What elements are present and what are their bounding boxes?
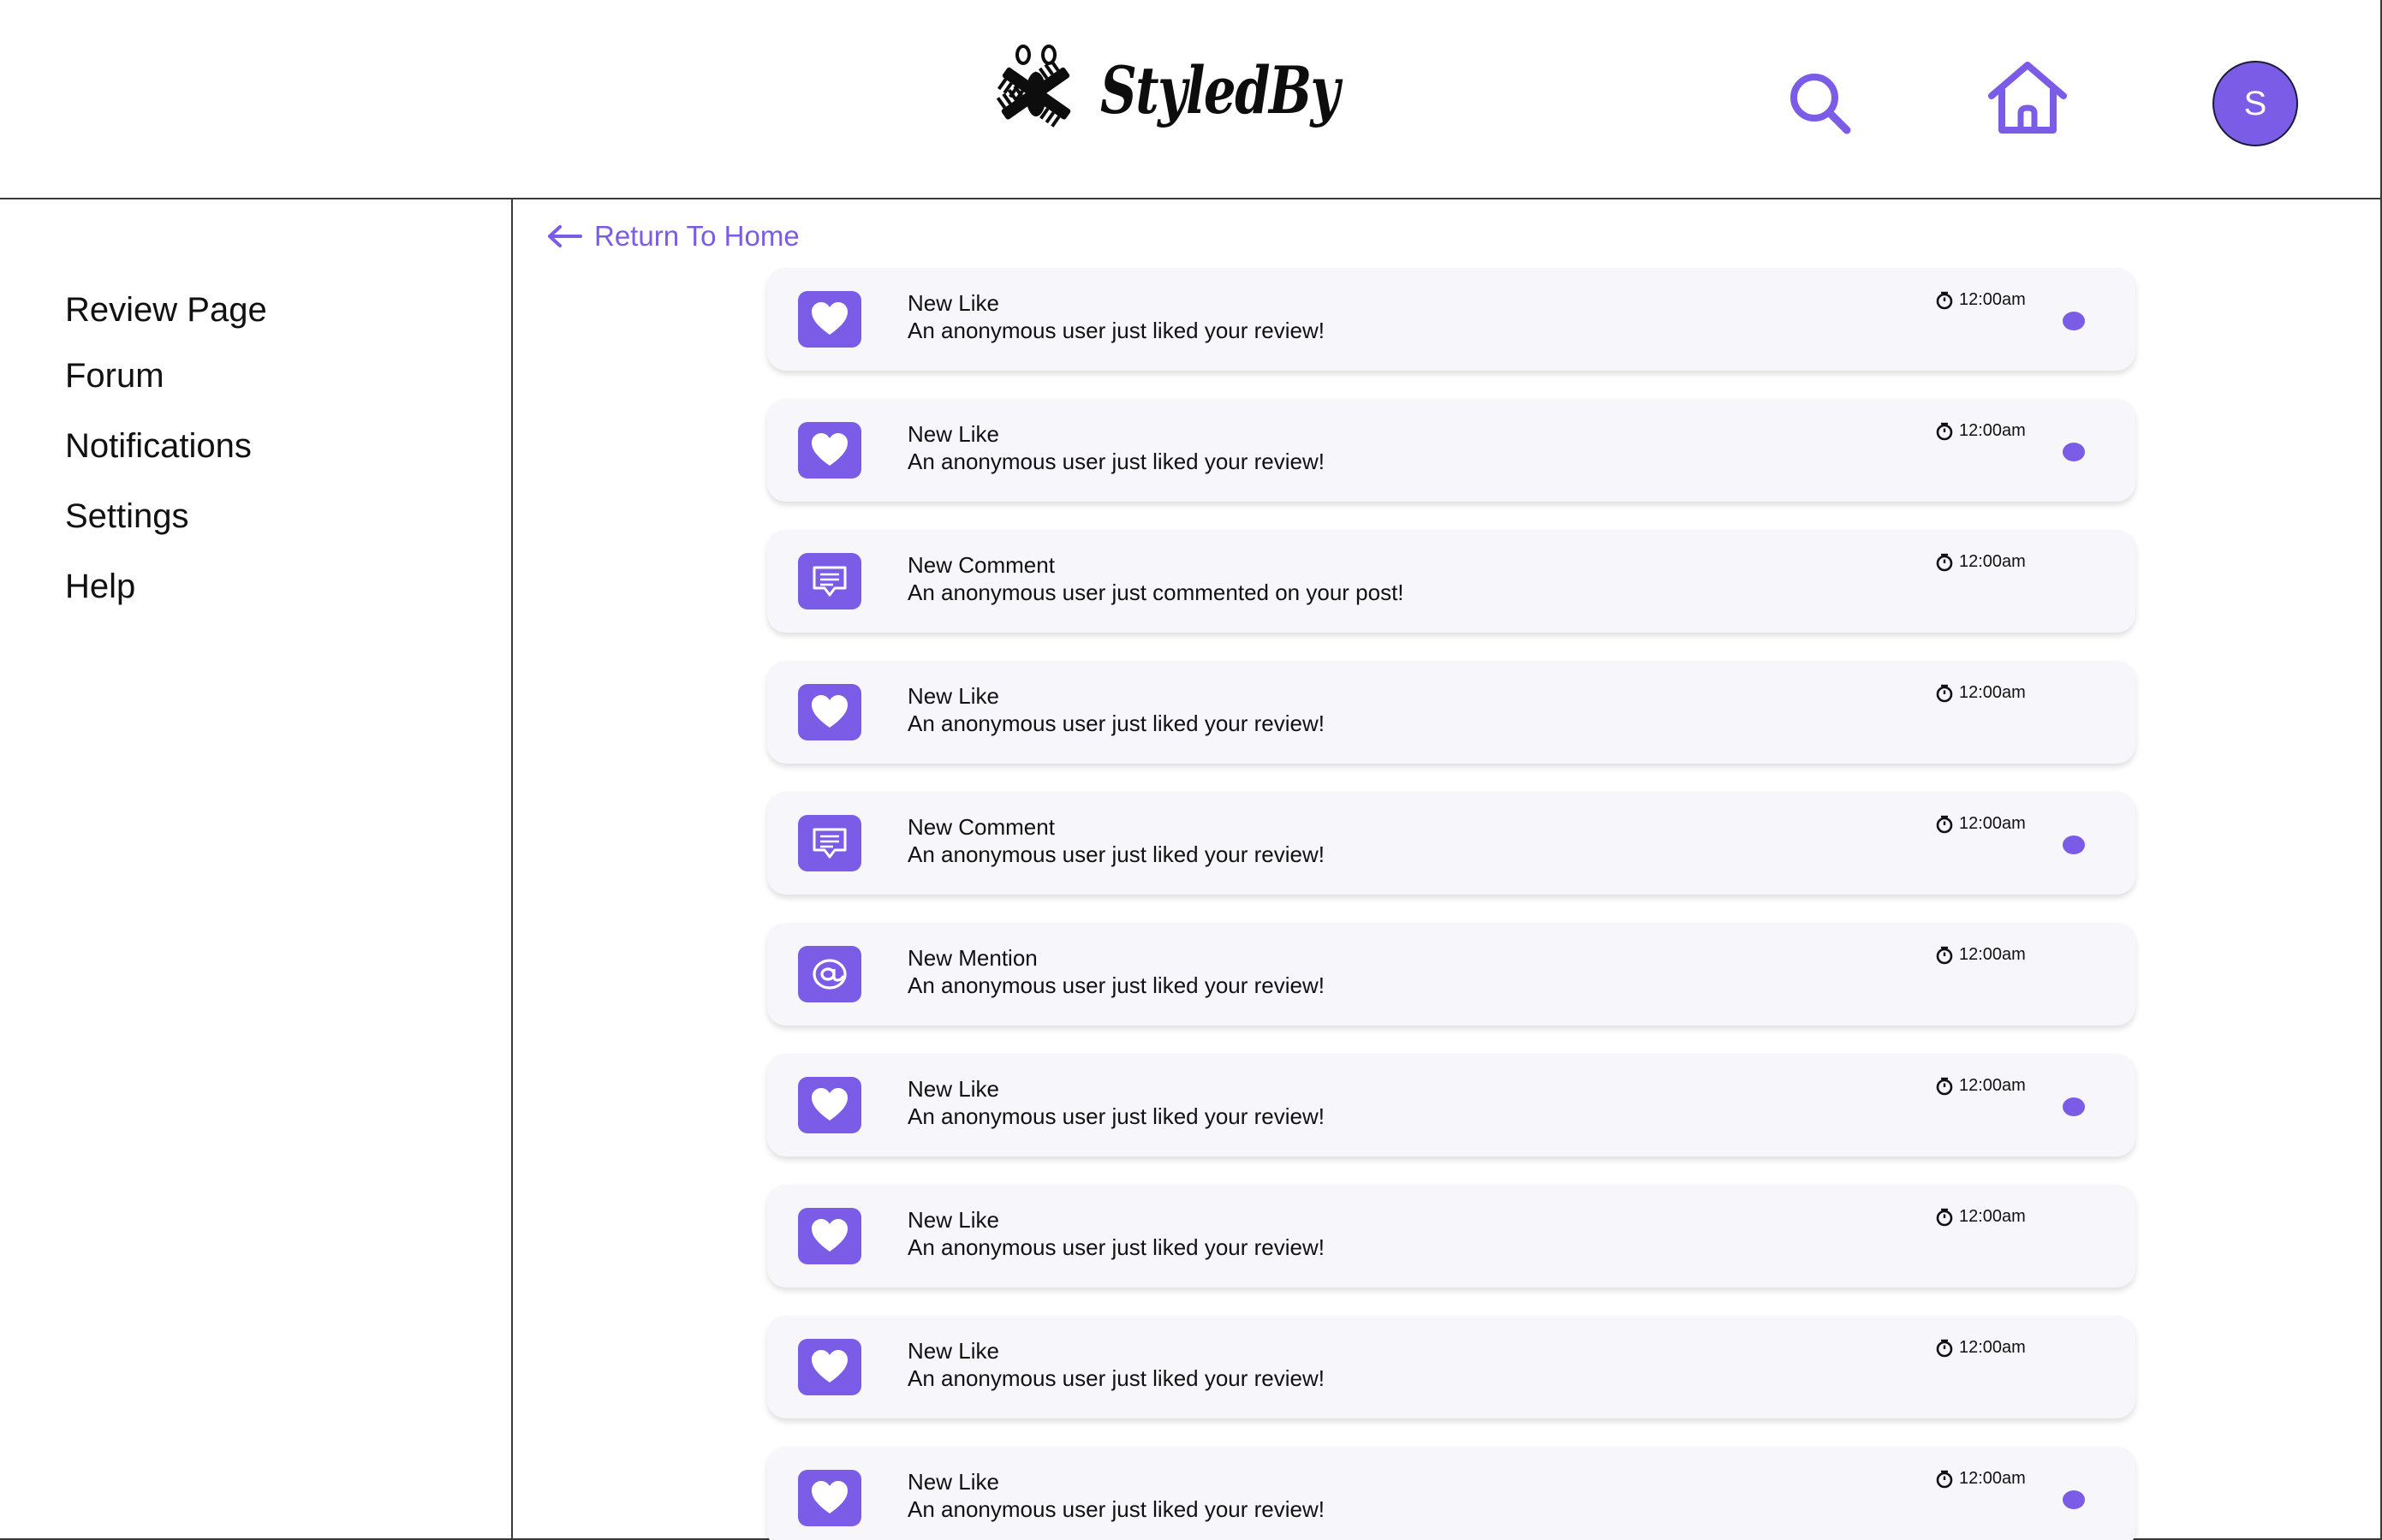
logo-text: StyledBy xyxy=(1100,51,1340,128)
notification-time-label: 12:00am xyxy=(1959,814,2026,833)
notification-title: New Like xyxy=(908,1338,999,1364)
notification-title: New Like xyxy=(908,290,999,316)
comment-icon xyxy=(798,815,861,871)
notification-time: 12:00am xyxy=(1935,1469,2026,1489)
notification-time-label: 12:00am xyxy=(1959,945,2026,964)
notification-item[interactable]: New Like An anonymous user just liked yo… xyxy=(767,661,2135,764)
top-header: StyledBy S xyxy=(0,0,2382,199)
clock-icon xyxy=(1936,946,1953,964)
heart-icon xyxy=(798,1208,861,1264)
notification-title: New Like xyxy=(908,1076,999,1102)
sidebar-item-help[interactable]: Help xyxy=(65,568,135,606)
notification-time-label: 12:00am xyxy=(1959,1076,2026,1095)
at-icon xyxy=(798,946,861,1002)
sidebar-item-forum[interactable]: Forum xyxy=(65,357,164,395)
notification-message: An anonymous user just liked your review… xyxy=(908,1365,1325,1391)
notification-time: 12:00am xyxy=(1935,552,2026,572)
heart-icon xyxy=(798,422,861,479)
notification-message: An anonymous user just liked your review… xyxy=(908,1496,1325,1522)
clock-icon xyxy=(1936,1339,1953,1357)
notification-time: 12:00am xyxy=(1935,814,2026,834)
notification-title: New Comment xyxy=(908,814,1055,840)
notification-time: 12:00am xyxy=(1935,945,2026,965)
app-root: StyledBy S Review Page Forum Notificatio… xyxy=(0,0,2382,1540)
heart-icon xyxy=(798,291,861,348)
scissors-comb-logo-icon xyxy=(996,45,1071,128)
return-home-link[interactable]: Return To Home xyxy=(546,219,800,253)
sidebar-item-notifications[interactable]: Notifications xyxy=(65,427,252,466)
notification-message: An anonymous user just commented on your… xyxy=(908,580,1404,605)
unread-dot xyxy=(2063,443,2085,461)
unread-dot xyxy=(2063,312,2085,330)
notification-item[interactable]: New Comment An anonymous user just comme… xyxy=(767,530,2135,633)
search-icon[interactable] xyxy=(1787,70,1854,137)
notification-time: 12:00am xyxy=(1935,1076,2026,1096)
logo[interactable]: StyledBy xyxy=(989,39,1406,141)
clock-icon xyxy=(1936,684,1953,702)
clock-icon xyxy=(1936,422,1953,440)
notification-time-label: 12:00am xyxy=(1959,1469,2026,1488)
notification-item[interactable]: New Like An anonymous user just liked yo… xyxy=(767,268,2135,371)
heart-icon xyxy=(798,684,861,740)
notification-time: 12:00am xyxy=(1935,683,2026,703)
notification-message: An anonymous user just liked your review… xyxy=(908,318,1325,343)
clock-icon xyxy=(1936,291,1953,309)
clock-icon xyxy=(1936,553,1953,571)
heart-icon xyxy=(798,1077,861,1133)
notification-title: New Like xyxy=(908,1207,999,1233)
notification-item[interactable]: New Like An anonymous user just liked yo… xyxy=(767,1054,2135,1156)
notification-message: An anonymous user just liked your review… xyxy=(908,972,1325,998)
notification-item[interactable]: New Mention An anonymous user just liked… xyxy=(767,923,2135,1026)
notification-title: New Comment xyxy=(908,552,1055,578)
notification-item[interactable]: New Like An anonymous user just liked yo… xyxy=(767,399,2135,502)
notification-item[interactable]: New Like An anonymous user just liked yo… xyxy=(767,1316,2135,1418)
sidebar-item-settings[interactable]: Settings xyxy=(65,497,189,536)
notification-title: New Like xyxy=(908,683,999,709)
heart-icon xyxy=(798,1339,861,1395)
comment-icon xyxy=(798,553,861,609)
notification-time-label: 12:00am xyxy=(1959,290,2026,309)
notification-time-label: 12:00am xyxy=(1959,421,2026,440)
notification-item[interactable]: New Comment An anonymous user just liked… xyxy=(767,792,2135,895)
notification-title: New Like xyxy=(908,421,999,447)
notification-title: New Like xyxy=(908,1469,999,1495)
clock-icon xyxy=(1936,1208,1953,1226)
avatar-initial: S xyxy=(2243,84,2267,122)
notification-time-label: 12:00am xyxy=(1959,552,2026,571)
notification-item[interactable]: New Like An anonymous user just liked yo… xyxy=(767,1447,2135,1540)
notification-time-label: 12:00am xyxy=(1959,1207,2026,1226)
notification-message: An anonymous user just liked your review… xyxy=(908,449,1325,474)
clock-icon xyxy=(1936,1470,1953,1488)
user-avatar[interactable]: S xyxy=(2212,61,2298,146)
sidebar: Review Page Forum Notifications Settings… xyxy=(0,199,513,1540)
return-home-label: Return To Home xyxy=(594,220,800,252)
clock-icon xyxy=(1936,815,1953,833)
sidebar-item-review-page[interactable]: Review Page xyxy=(65,291,267,330)
notification-time-label: 12:00am xyxy=(1959,1338,2026,1357)
notification-message: An anonymous user just liked your review… xyxy=(908,711,1325,736)
home-icon[interactable] xyxy=(1985,60,2070,137)
notification-time: 12:00am xyxy=(1935,290,2026,310)
heart-icon xyxy=(798,1470,861,1526)
notification-message: An anonymous user just liked your review… xyxy=(908,841,1325,867)
notification-time: 12:00am xyxy=(1935,1338,2026,1358)
notification-time: 12:00am xyxy=(1935,421,2026,441)
unread-dot xyxy=(2063,1097,2085,1116)
notification-message: An anonymous user just liked your review… xyxy=(908,1103,1325,1129)
notification-item[interactable]: New Like An anonymous user just liked yo… xyxy=(767,1185,2135,1287)
notification-time-label: 12:00am xyxy=(1959,683,2026,702)
unread-dot xyxy=(2063,1490,2085,1509)
notification-title: New Mention xyxy=(908,945,1038,971)
notification-time: 12:00am xyxy=(1935,1207,2026,1227)
notification-message: An anonymous user just liked your review… xyxy=(908,1234,1325,1260)
unread-dot xyxy=(2063,835,2085,854)
clock-icon xyxy=(1936,1077,1953,1095)
arrow-left-icon xyxy=(548,225,582,247)
